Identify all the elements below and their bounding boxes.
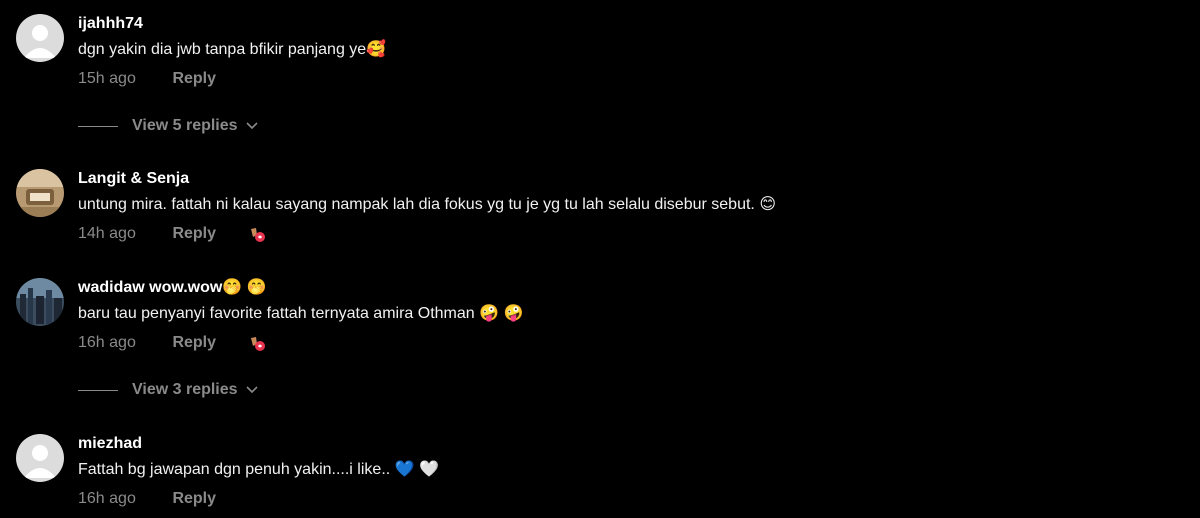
chevron-down-icon (245, 381, 258, 399)
comment-emoji: 🤪 🤪 (479, 305, 524, 322)
creator-liked-icon (248, 334, 268, 354)
comment-text: baru tau penyanyi favorite fattah ternya… (78, 304, 1176, 324)
reply-button[interactable]: Reply (172, 333, 216, 353)
divider-line (78, 389, 118, 391)
user-photo-icon (16, 169, 64, 217)
comment-text-content: Fattah bg jawapan dgn penuh yakin....i l… (78, 461, 391, 478)
avatar[interactable] (16, 169, 64, 217)
default-avatar-icon (16, 434, 64, 482)
view-replies-label: View 5 replies (132, 117, 238, 134)
reply-button[interactable]: Reply (172, 224, 216, 244)
comment-text-content: dgn yakin dia jwb tanpa bfikir panjang y… (78, 41, 367, 58)
comment-timestamp: 16h ago (78, 334, 136, 351)
avatar[interactable] (16, 14, 64, 62)
comment-text-content: untung mira. fattah ni kalau sayang namp… (78, 196, 755, 213)
avatar[interactable] (16, 434, 64, 482)
comment-emoji: 💙 🤍 (394, 461, 439, 478)
comment-meta: 16h ago Reply (78, 489, 1176, 509)
view-replies-button[interactable]: View 5 replies (78, 116, 258, 136)
comment-text-content: baru tau penyanyi favorite fattah ternya… (78, 305, 475, 322)
chevron-down-icon (245, 117, 258, 135)
user-photo-icon (16, 278, 64, 326)
comment-username[interactable]: miezhad (78, 434, 1176, 454)
comment-meta: 14h ago Reply (78, 224, 1176, 244)
avatar[interactable] (16, 278, 64, 326)
view-replies-button[interactable]: View 3 replies (78, 380, 258, 400)
username-text: wadidaw wow.wow (78, 279, 223, 296)
reply-button[interactable]: Reply (172, 489, 216, 509)
comment-username[interactable]: wadidaw wow.wow🤭 🤭 (78, 278, 1176, 298)
reply-button[interactable]: Reply (172, 69, 216, 89)
comment-text: Fattah bg jawapan dgn penuh yakin....i l… (78, 460, 1176, 480)
comment-emoji: 😊 (759, 196, 776, 213)
username-emoji: 🤭 🤭 (222, 279, 267, 296)
view-replies-label: View 3 replies (132, 381, 238, 398)
comment-timestamp: 14h ago (78, 225, 136, 242)
divider-line (78, 125, 118, 127)
comment-meta: 15h ago Reply (78, 69, 1176, 89)
comment-list: ijahhh74 dgn yakin dia jwb tanpa bfikir … (0, 0, 1200, 518)
default-avatar-icon (16, 14, 64, 62)
comment-text: untung mira. fattah ni kalau sayang namp… (78, 195, 1176, 215)
creator-liked-icon (248, 225, 268, 245)
comment-username[interactable]: ijahhh74 (78, 14, 1176, 34)
comment-username[interactable]: Langit & Senja (78, 169, 1176, 189)
comment-timestamp: 16h ago (78, 490, 136, 507)
comment-text: dgn yakin dia jwb tanpa bfikir panjang y… (78, 40, 1176, 60)
comment-timestamp: 15h ago (78, 70, 136, 87)
comment-emoji: 🥰 (366, 41, 387, 58)
comment-meta: 16h ago Reply (78, 333, 1176, 353)
